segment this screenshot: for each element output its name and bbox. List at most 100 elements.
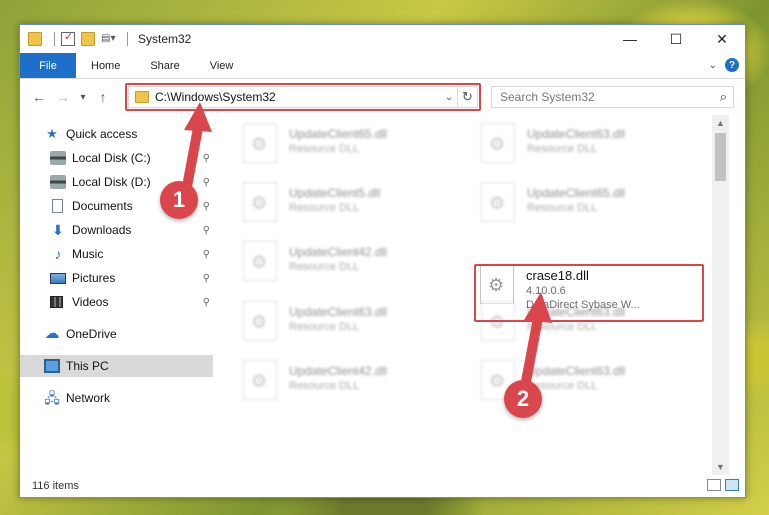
address-bar-highlight xyxy=(125,83,481,111)
main-area: ★ Quick access Local Disk (C:) ⚲ Local D… xyxy=(20,115,745,475)
expand-ribbon-icon[interactable]: ⌄ xyxy=(709,60,717,71)
maximize-button[interactable]: ☐ xyxy=(653,25,699,53)
help-icon[interactable]: ? xyxy=(725,58,739,72)
file-name: UpdateClient5.dll xyxy=(289,186,381,200)
sidebar-item-label: Network xyxy=(66,391,111,405)
view-switcher xyxy=(707,479,739,491)
list-item[interactable]: UpdateClient63.dll Resource DLL xyxy=(481,123,701,171)
music-icon: ♪ xyxy=(54,246,62,262)
drive-icon xyxy=(50,175,66,189)
dll-file-icon xyxy=(243,301,277,341)
customize-toolbar-icon[interactable]: ▤▾ xyxy=(101,32,115,46)
file-description: Resource DLL xyxy=(527,380,598,392)
tab-view[interactable]: View xyxy=(195,53,249,78)
sidebar-item-label: Videos xyxy=(72,295,109,309)
cloud-icon: ☁ xyxy=(44,325,60,342)
file-name: UpdateClient63.dll xyxy=(527,364,626,378)
sidebar-item-onedrive[interactable]: ☁ OneDrive xyxy=(44,323,117,345)
sidebar-item-network[interactable]: 🖧 Network xyxy=(44,387,110,409)
pin-icon: ⚲ xyxy=(202,224,210,236)
file-description: Resource DLL xyxy=(289,143,360,155)
search-placeholder: Search System32 xyxy=(500,90,595,104)
divider xyxy=(54,32,55,46)
search-input[interactable]: Search System32 ⌕ xyxy=(491,86,734,108)
scroll-up-icon[interactable]: ▲ xyxy=(712,115,729,131)
sidebar-item-quick-access[interactable]: ★ Quick access xyxy=(44,123,137,145)
dll-file-icon xyxy=(243,182,277,222)
forward-button[interactable]: → xyxy=(52,86,74,108)
sidebar-item-music[interactable]: ♪ Music ⚲ xyxy=(50,243,211,265)
search-icon[interactable]: ⌕ xyxy=(720,89,727,105)
documents-icon xyxy=(52,199,63,213)
ribbon-right-controls: ⌄ ? xyxy=(709,58,739,72)
pin-icon: ⚲ xyxy=(202,248,210,260)
file-description: Resource DLL xyxy=(289,202,360,214)
sidebar-item-label: Downloads xyxy=(72,223,132,237)
window-title: System32 xyxy=(138,32,192,46)
sidebar-item-label: Documents xyxy=(72,199,133,213)
pin-icon: ⚲ xyxy=(202,200,210,212)
network-icon: 🖧 xyxy=(44,390,60,406)
file-description: Resource DLL xyxy=(289,261,360,273)
step-marker-2: 2 xyxy=(504,380,542,418)
sidebar-item-videos[interactable]: Videos ⚲ xyxy=(50,291,210,313)
divider xyxy=(127,32,128,46)
list-item[interactable]: UpdateClient65.dll Resource DLL xyxy=(243,123,463,171)
file-name: UpdateClient42.dll xyxy=(289,364,388,378)
large-icons-view-icon[interactable] xyxy=(725,479,739,491)
sidebar-item-pictures[interactable]: Pictures ⚲ xyxy=(50,267,210,289)
dll-file-icon xyxy=(243,241,277,281)
minimize-button[interactable]: — xyxy=(607,25,653,53)
file-name: UpdateClient42.dll xyxy=(289,245,388,259)
sidebar-item-label: Local Disk (C:) xyxy=(72,151,151,165)
list-item[interactable]: UpdateClient42.dll Resource DLL xyxy=(243,360,463,408)
scroll-thumb[interactable] xyxy=(715,133,726,181)
back-button[interactable]: ← xyxy=(28,86,50,108)
pin-icon: ⚲ xyxy=(202,176,210,188)
list-item[interactable]: UpdateClient65.dll Resource DLL xyxy=(481,182,701,230)
up-button[interactable]: ↑ xyxy=(92,86,114,108)
sidebar-item-this-pc[interactable]: This PC xyxy=(20,355,213,377)
vertical-scrollbar[interactable]: ▲ ▼ xyxy=(712,115,729,475)
file-name: UpdateClient65.dll xyxy=(289,127,388,141)
computer-icon xyxy=(44,359,60,373)
tab-share[interactable]: Share xyxy=(135,53,194,78)
navigation-bar: ← → ▾ ↑ C:\Windows\System32 ⌄ ↻ Search S… xyxy=(20,79,745,115)
step-marker-1: 1 xyxy=(160,181,198,219)
tab-file[interactable]: File xyxy=(20,53,76,78)
list-item[interactable]: UpdateClient5.dll Resource DLL xyxy=(243,182,463,230)
ribbon-tabs: File Home Share View ⌄ ? xyxy=(20,53,745,79)
list-item[interactable]: UpdateClient63.dll Resource DLL xyxy=(243,301,463,349)
pin-icon: ⚲ xyxy=(202,272,210,284)
list-item[interactable]: UpdateClient42.dll Resource DLL xyxy=(243,241,463,289)
file-name: UpdateClient65.dll xyxy=(527,186,626,200)
videos-icon xyxy=(50,296,63,308)
file-name: UpdateClient63.dll xyxy=(289,305,388,319)
status-bar: 116 items xyxy=(20,475,745,497)
details-view-icon[interactable] xyxy=(707,479,721,491)
dll-file-icon xyxy=(243,360,277,400)
pin-icon: ⚲ xyxy=(202,152,210,164)
new-folder-icon[interactable] xyxy=(81,32,95,46)
sidebar-item-label: Quick access xyxy=(66,127,138,141)
sidebar-item-label: Music xyxy=(72,247,104,261)
navigation-pane: ★ Quick access Local Disk (C:) ⚲ Local D… xyxy=(20,115,214,475)
scroll-down-icon[interactable]: ▼ xyxy=(712,459,729,475)
file-name: UpdateClient63.dll xyxy=(527,127,626,141)
recent-locations-button[interactable]: ▾ xyxy=(76,86,90,108)
target-file-highlight xyxy=(474,264,704,322)
star-icon: ★ xyxy=(46,126,58,141)
close-button[interactable]: ✕ xyxy=(699,25,745,53)
sidebar-item-label: Local Disk (D:) xyxy=(72,175,151,189)
title-bar: ▤▾ System32 — ☐ ✕ xyxy=(20,25,745,53)
tab-home[interactable]: Home xyxy=(76,53,135,78)
properties-icon[interactable] xyxy=(61,30,75,46)
folder-icon xyxy=(28,32,42,46)
sidebar-item-local-disk-c[interactable]: Local Disk (C:) ⚲ xyxy=(50,147,210,169)
sidebar-item-label: This PC xyxy=(66,359,109,373)
sidebar-item-label: OneDrive xyxy=(66,327,117,341)
file-description: Resource DLL xyxy=(289,321,360,333)
sidebar-item-downloads[interactable]: ⬇ Downloads ⚲ xyxy=(50,219,210,241)
file-explorer-window: ▤▾ System32 — ☐ ✕ File Home Share View ⌄… xyxy=(19,24,746,498)
download-icon: ⬇ xyxy=(52,222,64,238)
